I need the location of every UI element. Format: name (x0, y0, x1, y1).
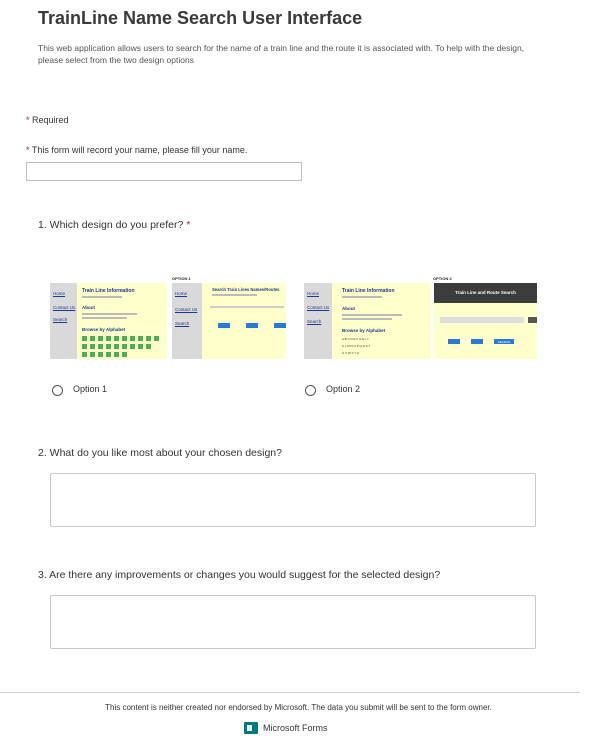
option-1-screen1-browse: Browse by Alphabet (82, 327, 126, 332)
option-1-screen2-link-contact: Contact Us (175, 307, 198, 312)
option-2-screen1-link-contact: Contact Us (307, 305, 330, 310)
option-2-screen1-about-text (342, 314, 402, 316)
option-1-radio[interactable] (52, 385, 63, 396)
microsoft-forms-label: Microsoft Forms (263, 723, 328, 733)
question-3-answer-input[interactable] (50, 595, 536, 649)
question-3-label: 3. Are there any improvements or changes… (38, 569, 441, 581)
footer-disclaimer: This content is neither created nor endo… (105, 703, 492, 712)
option-1-label[interactable]: Option 1 (73, 384, 107, 394)
letter-tile (98, 336, 103, 341)
option-2-letters-row-2: K L M N O P Q R S T (342, 344, 371, 348)
option-2-screen1-link-search: Search (307, 319, 322, 324)
question-2-answer-input[interactable] (50, 473, 536, 527)
option-1-screen2-sidebar: Home Contact Us Search (170, 283, 202, 359)
name-note: * This form will record your name, pleas… (26, 145, 247, 155)
required-note: * Required (26, 115, 69, 125)
letter-tile (106, 352, 111, 357)
option-2-screen1-main: Train Line Information About Browse by A… (332, 283, 431, 359)
question-2-label: 2. What do you like most about your chos… (38, 447, 282, 459)
option-1-screen1-about-text-2 (82, 317, 127, 319)
name-note-text: This form will record your name, please … (31, 145, 248, 155)
letter-tile (98, 344, 103, 349)
option-2-image: OPTION 2 Home Contact Us Search Train Li… (304, 276, 537, 359)
option-1-screen2-button-1 (218, 323, 230, 328)
letter-tile (114, 352, 119, 357)
letter-tile (130, 344, 135, 349)
option-2-screen1-about-text-2 (342, 318, 392, 320)
option-1-screen2-link-home: Home (175, 291, 188, 296)
option-2-screen1-sidebar: Home Contact Us Search (304, 283, 332, 359)
option-2-screen2-go-button (528, 317, 537, 323)
option-2-letters-row-1: A B C D E F G H I J (342, 337, 369, 341)
letter-tile (138, 336, 143, 341)
option-1-screen2-title: Search Train Lines Names/Routes (212, 287, 280, 292)
form-description: This web application allows users to sea… (38, 43, 525, 65)
letter-tile (106, 344, 111, 349)
question-1-label: 1. Which design do you prefer? (38, 219, 184, 231)
option-2-screen2-main: Train Line and Route Search SEARCH (434, 283, 537, 359)
letter-tile (146, 336, 151, 341)
option-2-screen2-title: Train Line and Route Search (455, 290, 516, 295)
option-2-screen1-about: About (342, 306, 355, 311)
option-2-screen2-search-label: SEARCH (497, 340, 511, 344)
letter-tile (122, 352, 127, 357)
letter-tile (90, 352, 95, 357)
letter-tile (122, 336, 127, 341)
option-2-screen1-browse: Browse by Alphabet (342, 328, 386, 333)
option-1-screen1-sidebar: Home Contact Us Search (50, 283, 77, 359)
option-1-screen2-button-3 (274, 323, 286, 328)
required-label: Required (32, 115, 69, 125)
letter-tile (146, 344, 151, 349)
letter-tile (138, 344, 143, 349)
question-1-required-star: * (186, 219, 191, 231)
option-1-screen2-button-2 (246, 323, 258, 328)
letter-tile (130, 336, 135, 341)
question-1: 1. Which design do you prefer? * (38, 219, 190, 231)
name-input[interactable] (26, 162, 302, 181)
option-2-caption: OPTION 2 (433, 276, 452, 281)
option-2-screen2-button-1 (448, 339, 460, 344)
letter-tile (82, 336, 87, 341)
option-2-screen2-header: Train Line and Route Search (434, 283, 537, 303)
option-1-screen1-about-text (82, 313, 137, 315)
option-1-screen1-main: Train Line Information About Browse by A… (77, 283, 167, 359)
letter-tile (154, 336, 159, 341)
letter-tile (114, 344, 119, 349)
name-note-star: * (26, 145, 30, 155)
required-star: * (26, 115, 30, 125)
letter-tile (82, 344, 87, 349)
option-2-screen1-subtext (342, 296, 382, 298)
option-1-screen2-link-search: Search (175, 321, 190, 326)
letter-tile (98, 352, 103, 357)
option-1-screen1-link-search: Search (53, 317, 68, 322)
option-2-screen2-search-field (440, 317, 524, 323)
option-2-letters-row-3: U V W X Y Z (342, 351, 359, 355)
option-2-label[interactable]: Option 2 (326, 384, 360, 394)
option-1-screen2-main: Search Train Lines Names/Routes (202, 283, 286, 359)
option-1-screen1-subtext (82, 296, 122, 298)
option-1-image: OPTION 1 Home Contact Us Search Train Li… (50, 276, 286, 359)
letter-tile (106, 336, 111, 341)
option-1-screen1-link-home: Home (53, 291, 66, 296)
microsoft-forms-logo-icon (244, 722, 258, 734)
option-2-radio[interactable] (305, 385, 316, 396)
option-2-screen2-button-2 (471, 339, 483, 344)
letter-tile (90, 336, 95, 341)
option-2-screen1-link-home: Home (307, 291, 320, 296)
option-1-caption: OPTION 1 (172, 276, 191, 281)
letter-tile (114, 336, 119, 341)
option-1-screen2-subtext (212, 294, 257, 296)
letter-tile (122, 344, 127, 349)
letter-tile (82, 352, 87, 357)
option-2-screen2-search-button: SEARCH (494, 339, 514, 344)
page-title: TrainLine Name Search User Interface (38, 8, 363, 28)
footer-divider (0, 692, 580, 693)
option-1-screen1-link-contact: Contact Us (53, 305, 76, 310)
option-1-screen1-about: About (82, 305, 95, 310)
option-1-screen1-title: Train Line Information (82, 288, 135, 294)
letter-tile (90, 344, 95, 349)
option-2-screen1-title: Train Line Information (342, 288, 395, 294)
option-1-screen2-search-fields (210, 306, 284, 308)
